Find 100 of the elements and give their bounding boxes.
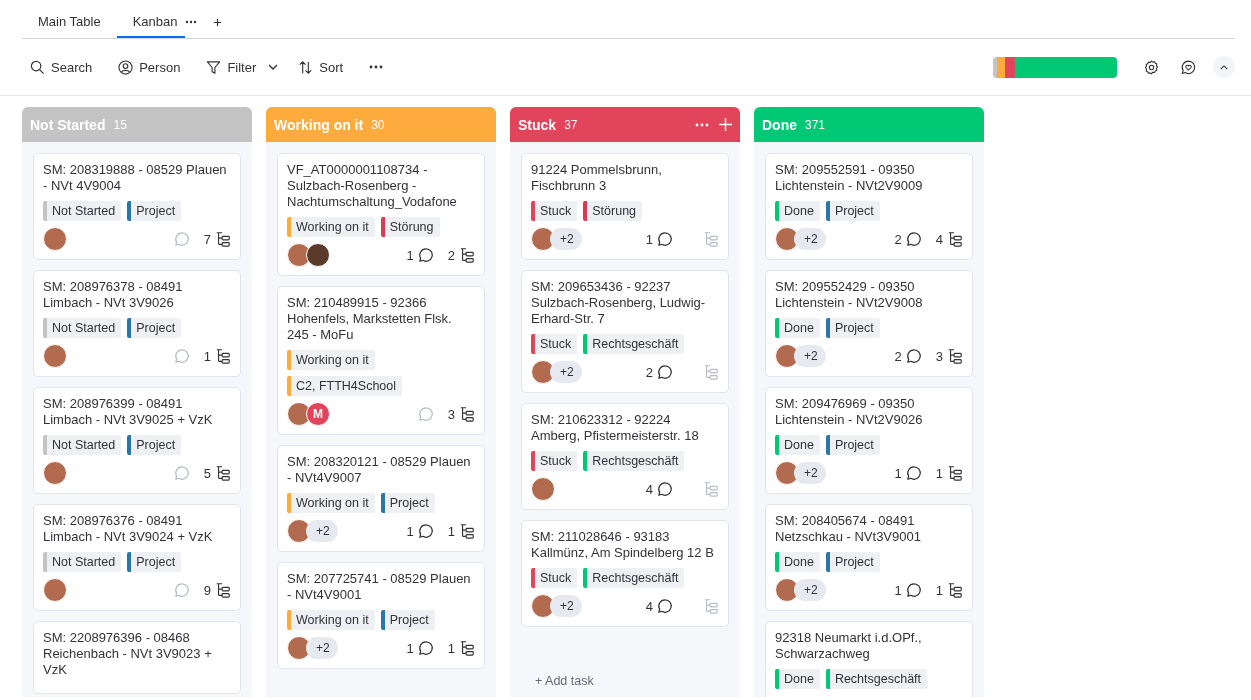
status-tag[interactable]: Störung xyxy=(380,217,440,237)
task-card[interactable]: SM: 209552429 - 09350 Lichtenstein - NVt2V9008 Done Project +2 2 3 xyxy=(765,270,973,377)
task-card[interactable]: SM: 208405674 - 08491 Netzschkau - NVt3V9001 Done Project +2 1 1 xyxy=(765,504,973,611)
comment-icon[interactable] xyxy=(905,231,922,247)
status-tag[interactable]: Project xyxy=(127,435,182,455)
status-tag[interactable]: Stuck xyxy=(531,568,578,588)
status-tag[interactable]: Project xyxy=(380,493,435,513)
status-tag[interactable]: Working on it xyxy=(287,350,375,370)
task-card[interactable]: SM: 210623312 - 92224 Amberg, Pfistermeisterstr. 18 Stuck Rechtsgeschäft 4 xyxy=(521,403,729,510)
task-card[interactable]: SM: 209552591 - 09350 Lichtenstein - NVt2V9009 Done Project +2 2 4 xyxy=(765,153,973,260)
avatar-photo-placeholder[interactable] xyxy=(287,243,311,267)
status-tag[interactable]: Rechtsgeschäft xyxy=(583,568,685,588)
more-icon[interactable] xyxy=(185,20,198,24)
subitems-icon[interactable] xyxy=(215,348,231,364)
task-card[interactable]: 92318 Neumarkt i.d.OPf., Schwarzachweg Done Rechtsgeschäft xyxy=(765,621,973,697)
subitems-icon[interactable] xyxy=(459,406,475,422)
status-tag[interactable]: Working on it xyxy=(287,493,375,513)
more-people-count[interactable]: +2 xyxy=(794,579,826,601)
avatar-photo-placeholder[interactable] xyxy=(306,243,330,267)
view-tab[interactable]: Main Table xyxy=(22,0,117,38)
status-tag[interactable]: Working on it xyxy=(287,217,375,237)
status-tag[interactable]: Project xyxy=(825,201,880,221)
more-people-count[interactable]: +2 xyxy=(794,462,826,484)
sort-button[interactable]: Sort xyxy=(290,55,352,79)
subitems-icon[interactable] xyxy=(215,465,231,481)
more-people-count[interactable]: +2 xyxy=(794,228,826,250)
status-tag[interactable]: Project xyxy=(127,552,182,572)
filter-icon[interactable] xyxy=(206,59,222,75)
status-tag[interactable]: Project xyxy=(825,435,880,455)
subitems-icon[interactable] xyxy=(215,582,231,598)
status-tag[interactable]: Working on it xyxy=(287,610,375,630)
more-people-count[interactable]: +2 xyxy=(794,345,826,367)
status-tag[interactable]: Not Started xyxy=(43,318,122,338)
comment-icon[interactable] xyxy=(905,465,922,481)
status-tag[interactable]: Not Started xyxy=(43,201,122,221)
comment-icon[interactable] xyxy=(905,348,922,364)
more-people-count[interactable]: +2 xyxy=(306,637,338,659)
status-tag[interactable]: Project xyxy=(127,318,182,338)
add-icon[interactable] xyxy=(719,118,732,131)
task-card[interactable]: SM: 208320121 - 08529 Plauen - NVt4V9007 Working on it Project +2 1 1 xyxy=(277,445,485,552)
subitems-icon[interactable] xyxy=(947,231,963,247)
more-people-count[interactable]: +2 xyxy=(550,361,582,383)
more-people-count[interactable]: +2 xyxy=(550,228,582,250)
status-tag[interactable]: Done xyxy=(775,552,820,572)
chevron-up-icon[interactable] xyxy=(1220,64,1228,70)
chat-heart-icon[interactable] xyxy=(1180,58,1197,76)
status-tag[interactable]: Project xyxy=(825,552,880,572)
comment-icon[interactable] xyxy=(417,640,434,656)
comment-icon[interactable] xyxy=(417,247,434,263)
more-people-count[interactable]: +2 xyxy=(550,595,582,617)
status-tag[interactable]: Rechtsgeschäft xyxy=(583,334,685,354)
chevron-down-icon[interactable] xyxy=(268,64,279,70)
search-button[interactable]: Search xyxy=(22,55,101,79)
person-icon[interactable] xyxy=(118,59,134,75)
more-icon[interactable] xyxy=(369,65,384,69)
comment-icon[interactable] xyxy=(657,481,673,497)
subitems-icon[interactable] xyxy=(459,247,475,263)
task-card[interactable]: SM: 210489915 - 92366 Hohenfels, Markstetten Flsk. 245 - MoFu Working on it C2, FTTH4School M 3 xyxy=(277,286,485,435)
view-tab[interactable]: Kanban xyxy=(116,0,186,38)
status-tag[interactable]: Rechtsgeschäft xyxy=(825,669,928,689)
subitems-icon[interactable] xyxy=(947,582,963,598)
subitems-icon[interactable] xyxy=(215,231,231,247)
status-tag[interactable]: Project xyxy=(127,201,182,221)
comment-icon[interactable] xyxy=(657,231,673,247)
comment-icon[interactable] xyxy=(417,523,434,539)
task-card[interactable]: VF_AT0000001108734 - Sulzbach-Rosenberg - Nachtumschaltung_Vodafone Working on it Störung 1 2 xyxy=(277,153,485,276)
status-tag[interactable]: Not Started xyxy=(43,552,122,572)
comment-icon[interactable] xyxy=(657,364,673,380)
subitems-icon[interactable] xyxy=(947,348,963,364)
status-tag[interactable]: Stuck xyxy=(531,334,578,354)
task-card[interactable]: SM: 208976376 - 08491 Limbach - NVt 3V9024 + VzK Not Started Project 9 xyxy=(33,504,241,611)
person-button[interactable]: Person xyxy=(110,55,189,79)
status-tag[interactable]: Done xyxy=(775,201,820,221)
comment-icon[interactable] xyxy=(657,598,673,614)
subitems-icon[interactable] xyxy=(459,523,475,539)
task-card[interactable]: SM: 209476969 - 09350 Lichtenstein - NVt2V9026 Done Project +2 1 1 xyxy=(765,387,973,494)
status-tag[interactable]: Project xyxy=(380,610,435,630)
task-card[interactable]: SM: 2208976396 - 08468 Reichenbach - NVt 3V9023 + VzK xyxy=(33,621,241,694)
add-task-link[interactable]: + Add task xyxy=(510,664,740,697)
task-card[interactable]: SM: 208976399 - 08491 Limbach - NVt 3V9025 + VzK Not Started Project 5 xyxy=(33,387,241,494)
settings-icon[interactable] xyxy=(1143,58,1160,76)
status-tag[interactable]: C2, FTTH4School xyxy=(287,376,403,396)
search-icon[interactable] xyxy=(30,59,45,75)
more-people-count[interactable]: +2 xyxy=(306,520,338,542)
task-card[interactable]: SM: 208319888 - 08529 Plauen - NVt 4V9004 Not Started Project 7 xyxy=(33,153,241,260)
sort-icon[interactable] xyxy=(298,59,314,75)
filter-button[interactable]: Filter xyxy=(198,55,265,79)
status-tag[interactable]: Stuck xyxy=(531,201,578,221)
status-tag[interactable]: Done xyxy=(775,435,820,455)
status-tag[interactable]: Done xyxy=(775,669,820,689)
subitems-icon[interactable] xyxy=(459,640,475,656)
comment-icon[interactable] xyxy=(905,582,922,598)
avatar-initial[interactable]: M xyxy=(306,402,330,426)
add-view-icon[interactable] xyxy=(213,17,223,27)
status-tag[interactable]: Done xyxy=(775,318,820,338)
subitems-icon[interactable] xyxy=(947,465,963,481)
task-card[interactable]: SM: 211028646 - 93183 Kallmünz, Am Spindelberg 12 B Stuck Rechtsgeschäft +2 4 xyxy=(521,520,729,627)
status-tag[interactable]: Stuck xyxy=(531,451,578,471)
task-card[interactable]: SM: 208976378 - 08491 Limbach - NVt 3V9026 Not Started Project 1 xyxy=(33,270,241,377)
status-tag[interactable]: Rechtsgeschäft xyxy=(583,451,685,471)
